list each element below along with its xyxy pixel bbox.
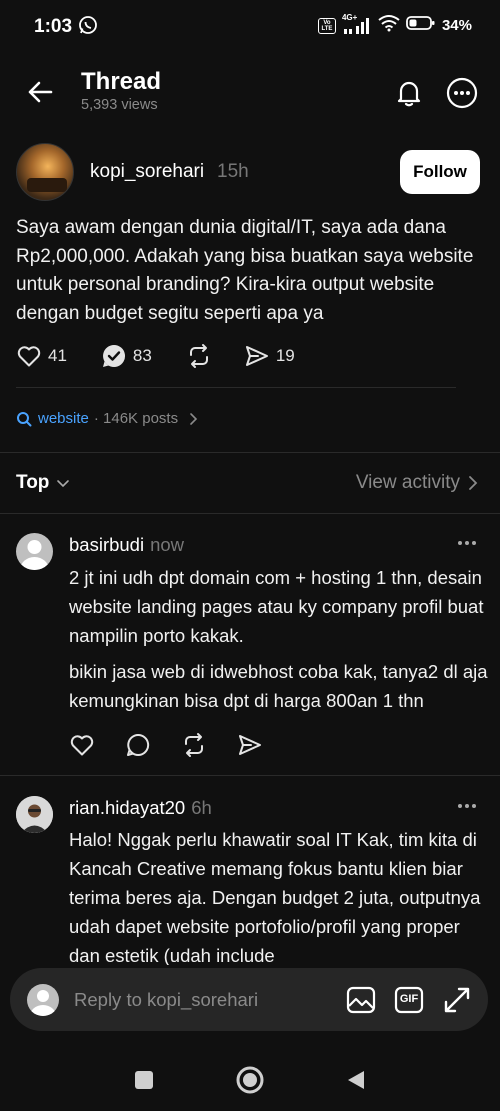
image-button[interactable] <box>346 985 376 1015</box>
gif-button[interactable]: GIF <box>394 985 424 1015</box>
post-timestamp: 15h <box>217 161 249 182</box>
heart-icon <box>17 346 41 367</box>
view-count: 5,393 views <box>81 97 158 113</box>
home-button[interactable] <box>236 1066 264 1094</box>
avatar[interactable] <box>16 533 53 570</box>
reply-input[interactable]: Reply to kopi_sorehari <box>74 989 258 1011</box>
arrow-left-icon <box>28 81 53 103</box>
more-horizontal-icon <box>458 804 476 808</box>
search-icon <box>17 411 32 426</box>
topic-tag[interactable]: website · 146K posts <box>16 410 200 427</box>
thread-header: Thread 5,393 views <box>0 60 500 120</box>
reply-count: 83 <box>132 346 152 365</box>
reply-more-button[interactable] <box>456 532 478 554</box>
like-button[interactable] <box>69 733 95 762</box>
chevron-down-icon <box>57 480 70 488</box>
recents-button[interactable] <box>130 1066 158 1094</box>
reply-body: Halo! Nggak perlu khawatir soal IT Kak, … <box>69 829 481 965</box>
comment-bubble-icon <box>127 733 150 756</box>
send-icon <box>239 735 261 755</box>
like-count: 41 <box>48 346 67 365</box>
expand-icon <box>444 987 470 1013</box>
share-button[interactable] <box>237 733 263 762</box>
profile-photo-icon <box>16 796 53 833</box>
network-type: 4G+ <box>341 12 358 22</box>
more-options-button[interactable] <box>443 74 481 112</box>
divider <box>0 775 500 776</box>
image-icon <box>346 986 376 1014</box>
battery-icon <box>406 15 436 36</box>
chevron-right-icon <box>469 476 478 490</box>
back-button[interactable] <box>22 74 58 110</box>
reply-more-button[interactable] <box>456 795 478 817</box>
divider <box>0 452 500 453</box>
wifi-icon <box>378 14 400 37</box>
divider <box>16 387 456 388</box>
reply-username[interactable]: rian.hidayat20 <box>69 797 185 818</box>
chevron-right-icon <box>190 412 198 425</box>
triangle-back-icon <box>348 1071 364 1089</box>
reply-composer[interactable]: Reply to kopi_sorehari GIF <box>10 968 488 1031</box>
more-circle-icon <box>446 77 478 109</box>
reply-button[interactable]: 83 <box>101 340 152 372</box>
topic-label: website <box>38 410 89 427</box>
reply-author[interactable]: basirbudi now <box>69 534 184 556</box>
more-horizontal-icon <box>458 541 476 545</box>
sort-dropdown[interactable]: Top <box>16 472 71 494</box>
battery-percent: 34% <box>441 17 472 34</box>
like-button[interactable]: 41 <box>16 340 67 372</box>
share-count: 19 <box>275 346 295 365</box>
follow-button[interactable]: Follow <box>400 150 480 194</box>
view-activity-link[interactable]: View activity <box>356 472 460 494</box>
status-time: 1:03 <box>34 16 73 37</box>
expand-button[interactable] <box>442 985 472 1015</box>
post-actions: 41 83 19 <box>16 340 295 372</box>
reply-body: bikin jasa web di idwebhost coba kak, ta… <box>69 661 488 711</box>
share-button[interactable]: 19 <box>244 340 295 372</box>
status-bar: 1:03 Vo LTE 4G+ 34% <box>0 0 500 52</box>
sort-label: Top <box>16 472 50 493</box>
heart-icon <box>70 735 94 756</box>
repost-icon <box>185 733 203 757</box>
post-body: Saya awam dengan dunia digital/IT, saya … <box>16 217 474 324</box>
avatar <box>27 984 59 1016</box>
reply-bubble-check-icon <box>102 344 125 367</box>
repost-button[interactable] <box>181 732 207 763</box>
send-icon <box>245 346 268 366</box>
system-nav-bar <box>0 1046 500 1111</box>
volte-icon: Vo LTE <box>317 17 336 34</box>
home-circle-icon <box>236 1066 264 1094</box>
repost-button[interactable] <box>186 340 212 372</box>
post-author-username[interactable]: kopi_sorehari <box>90 161 204 183</box>
gif-label: GIF <box>399 993 419 1005</box>
square-icon <box>135 1071 153 1089</box>
reply-actions <box>69 732 263 763</box>
post-author-avatar[interactable] <box>16 143 74 201</box>
default-avatar-icon <box>20 540 49 570</box>
bell-icon <box>397 81 421 107</box>
notifications-button[interactable] <box>390 74 428 112</box>
avatar[interactable] <box>16 796 53 833</box>
reply-timestamp: 6h <box>191 797 212 818</box>
reply-timestamp: now <box>150 534 185 555</box>
reply-username[interactable]: basirbudi <box>69 534 144 555</box>
signal-icon: 4G+ <box>342 13 372 35</box>
back-nav-button[interactable] <box>342 1066 370 1094</box>
whatsapp-notification-icon <box>78 15 98 35</box>
topic-post-count: · 146K posts <box>93 410 179 427</box>
repost-icon <box>189 344 208 368</box>
comment-button[interactable] <box>125 732 151 763</box>
reply-body: 2 jt ini udh dpt domain com + hosting 1 … <box>69 567 484 646</box>
divider <box>0 513 500 514</box>
page-title: Thread <box>81 68 162 95</box>
reply-author[interactable]: rian.hidayat20 6h <box>69 797 212 819</box>
default-avatar-icon <box>30 990 56 1016</box>
